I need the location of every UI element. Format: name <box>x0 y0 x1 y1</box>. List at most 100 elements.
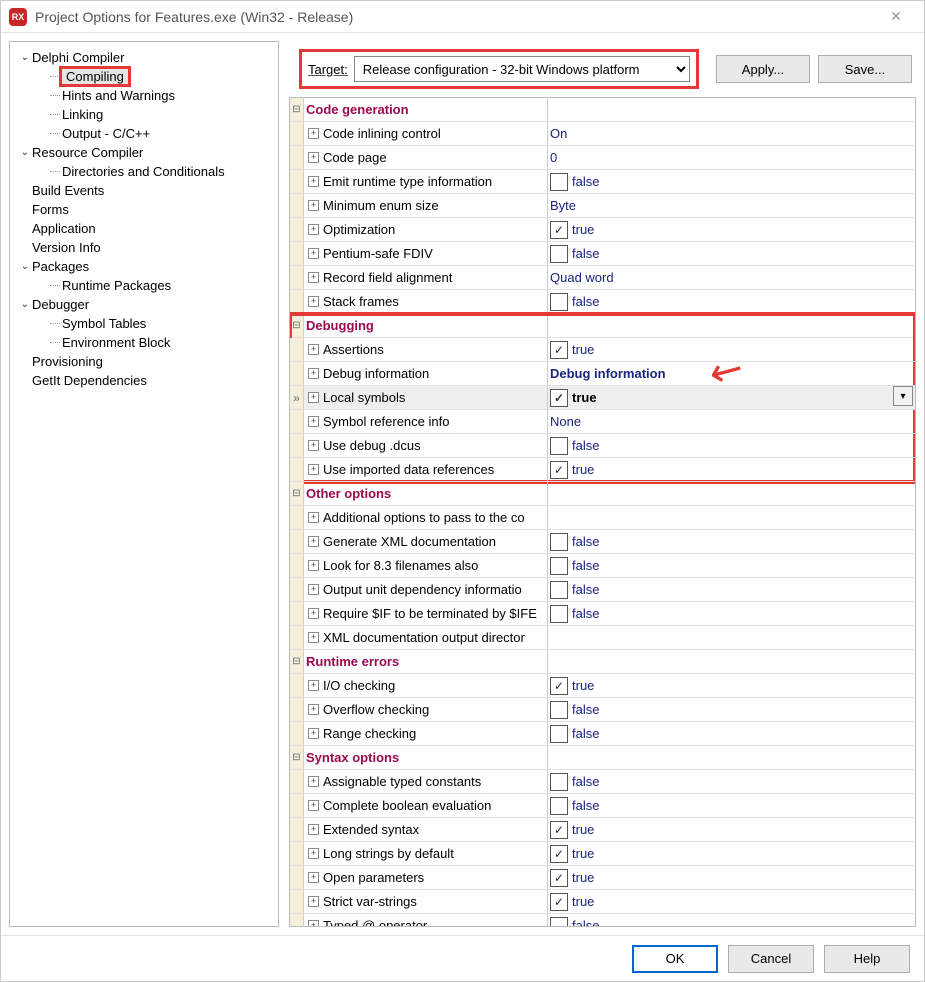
property-value[interactable]: false <box>548 170 915 193</box>
property-row[interactable]: +Optimizationtrue <box>290 218 915 242</box>
expand-icon[interactable]: + <box>308 392 319 403</box>
tree-item[interactable]: Forms <box>14 200 274 219</box>
property-value[interactable]: false <box>548 290 915 313</box>
collapse-icon[interactable]: ⊟ <box>290 98 304 121</box>
expand-icon[interactable]: + <box>308 368 319 379</box>
expand-icon[interactable]: + <box>308 536 319 547</box>
property-row[interactable]: +Output unit dependency informatiofalse <box>290 578 915 602</box>
expand-icon[interactable]: + <box>308 224 319 235</box>
expand-icon[interactable]: + <box>308 776 319 787</box>
property-value[interactable]: Quad word <box>548 266 915 289</box>
property-row[interactable]: +Open parameterstrue <box>290 866 915 890</box>
property-value[interactable]: true <box>548 890 915 913</box>
expand-icon[interactable]: + <box>308 728 319 739</box>
collapse-icon[interactable]: ⊟ <box>290 650 304 673</box>
property-section-header[interactable]: ⊟Syntax options <box>290 746 915 770</box>
expand-icon[interactable]: + <box>308 800 319 811</box>
property-row[interactable]: +Record field alignmentQuad word <box>290 266 915 290</box>
tree-item[interactable]: Directories and Conditionals <box>14 162 274 181</box>
expand-icon[interactable]: + <box>308 608 319 619</box>
property-value[interactable]: false <box>548 770 915 793</box>
expand-icon[interactable]: + <box>308 272 319 283</box>
expand-icon[interactable]: + <box>308 152 319 163</box>
property-value[interactable]: false <box>548 914 915 926</box>
property-row[interactable]: +Complete boolean evaluationfalse <box>290 794 915 818</box>
expand-icon[interactable]: + <box>308 920 319 926</box>
property-value[interactable]: false <box>548 722 915 745</box>
checkbox-icon[interactable] <box>550 245 568 263</box>
expand-icon[interactable]: + <box>308 560 319 571</box>
chevron-down-icon[interactable]: ⌄ <box>18 147 32 158</box>
expand-icon[interactable]: + <box>308 632 319 643</box>
tree-item[interactable]: ⌄Packages <box>14 257 274 276</box>
property-value[interactable]: true <box>548 866 915 889</box>
tree-item[interactable]: Output - C/C++ <box>14 124 274 143</box>
tree-item[interactable]: Symbol Tables <box>14 314 274 333</box>
property-value[interactable]: false <box>548 530 915 553</box>
property-value[interactable]: 0 <box>548 146 915 169</box>
checkbox-icon[interactable] <box>550 893 568 911</box>
expand-icon[interactable]: + <box>308 248 319 259</box>
checkbox-icon[interactable] <box>550 173 568 191</box>
property-row[interactable]: +Generate XML documentationfalse <box>290 530 915 554</box>
checkbox-icon[interactable] <box>550 461 568 479</box>
property-row[interactable]: +Assertionstrue <box>290 338 915 362</box>
collapse-icon[interactable]: ⊟ <box>290 314 304 337</box>
property-value[interactable]: true <box>548 842 915 865</box>
property-value[interactable]: false <box>548 242 915 265</box>
property-grid[interactable]: ⊟Code generation+Code inlining controlOn… <box>289 97 916 927</box>
target-select[interactable]: Release configuration - 32-bit Windows p… <box>354 56 690 82</box>
property-value[interactable]: true <box>548 338 915 361</box>
tree-item[interactable]: Provisioning <box>14 352 274 371</box>
expand-icon[interactable]: + <box>308 704 319 715</box>
property-row[interactable]: +Minimum enum sizeByte <box>290 194 915 218</box>
property-value[interactable]: false <box>548 434 915 457</box>
property-row[interactable]: +Use debug .dcusfalse <box>290 434 915 458</box>
checkbox-icon[interactable] <box>550 293 568 311</box>
property-row[interactable]: +XML documentation output director <box>290 626 915 650</box>
expand-icon[interactable]: + <box>308 344 319 355</box>
property-row[interactable]: +Code inlining controlOn <box>290 122 915 146</box>
property-row[interactable]: +Extended syntaxtrue <box>290 818 915 842</box>
property-row[interactable]: +Look for 8.3 filenames alsofalse <box>290 554 915 578</box>
property-value[interactable] <box>548 506 915 529</box>
ok-button[interactable]: OK <box>632 945 718 973</box>
property-value[interactable]: false <box>548 578 915 601</box>
nav-tree[interactable]: ⌄Delphi CompilerCompilingHints and Warni… <box>9 41 279 927</box>
expand-icon[interactable]: + <box>308 824 319 835</box>
checkbox-icon[interactable] <box>550 797 568 815</box>
property-row[interactable]: +Typed @ operatorfalse <box>290 914 915 926</box>
property-row[interactable]: +Range checkingfalse <box>290 722 915 746</box>
checkbox-icon[interactable] <box>550 581 568 599</box>
close-icon[interactable]: ✕ <box>876 3 916 31</box>
tree-item[interactable]: Runtime Packages <box>14 276 274 295</box>
checkbox-icon[interactable] <box>550 677 568 695</box>
property-row[interactable]: +Overflow checkingfalse <box>290 698 915 722</box>
expand-icon[interactable]: + <box>308 200 319 211</box>
expand-icon[interactable]: + <box>308 896 319 907</box>
property-value[interactable]: true <box>548 458 915 481</box>
property-row[interactable]: +Symbol reference infoNone <box>290 410 915 434</box>
property-row[interactable]: +I/O checkingtrue <box>290 674 915 698</box>
checkbox-icon[interactable] <box>550 773 568 791</box>
checkbox-icon[interactable] <box>550 221 568 239</box>
checkbox-icon[interactable] <box>550 341 568 359</box>
expand-icon[interactable]: + <box>308 416 319 427</box>
dropdown-button[interactable]: ▾ <box>893 386 913 406</box>
checkbox-icon[interactable] <box>550 845 568 863</box>
tree-item[interactable]: Application <box>14 219 274 238</box>
expand-icon[interactable]: + <box>308 176 319 187</box>
property-value[interactable] <box>548 626 915 649</box>
property-section-header[interactable]: ⊟Runtime errors <box>290 650 915 674</box>
apply-button[interactable]: Apply... <box>716 55 810 83</box>
property-row[interactable]: +Pentium-safe FDIVfalse <box>290 242 915 266</box>
tree-item[interactable]: Linking <box>14 105 274 124</box>
property-section-header[interactable]: ⊟Code generation <box>290 98 915 122</box>
property-row[interactable]: +Use imported data referencestrue <box>290 458 915 482</box>
property-value[interactable]: true <box>548 386 915 409</box>
cancel-button[interactable]: Cancel <box>728 945 814 973</box>
checkbox-icon[interactable] <box>550 917 568 927</box>
expand-icon[interactable]: + <box>308 128 319 139</box>
property-row[interactable]: +Stack framesfalse <box>290 290 915 314</box>
checkbox-icon[interactable] <box>550 389 568 407</box>
